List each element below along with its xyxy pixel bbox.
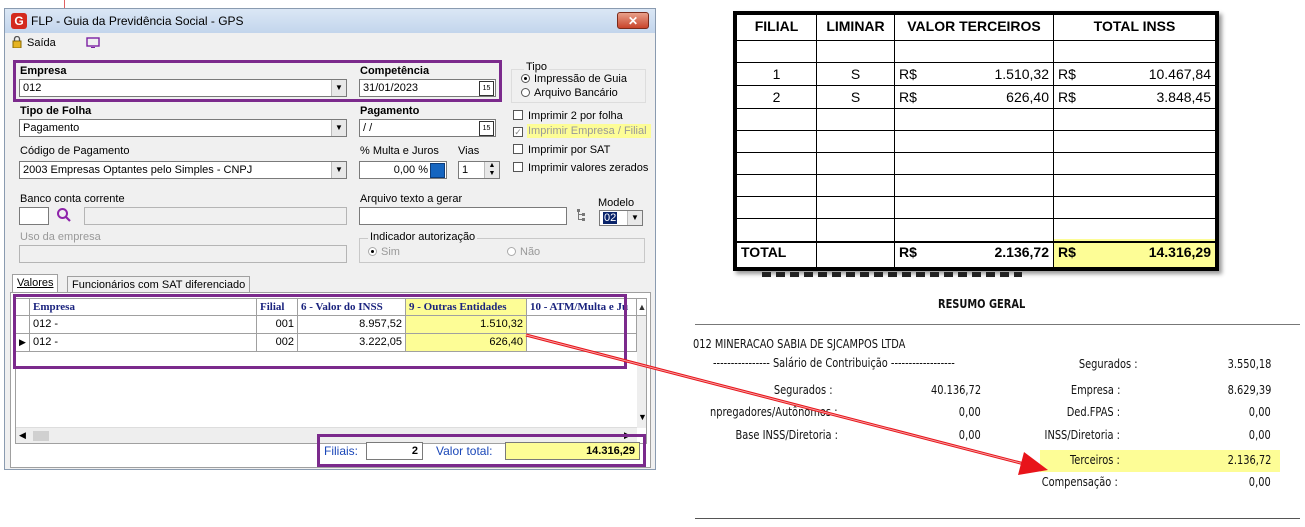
arrow-highlight — [525, 334, 1033, 467]
annotation-arrow — [525, 333, 1048, 475]
margin-line — [64, 0, 65, 8]
arrow-head — [1018, 452, 1048, 475]
